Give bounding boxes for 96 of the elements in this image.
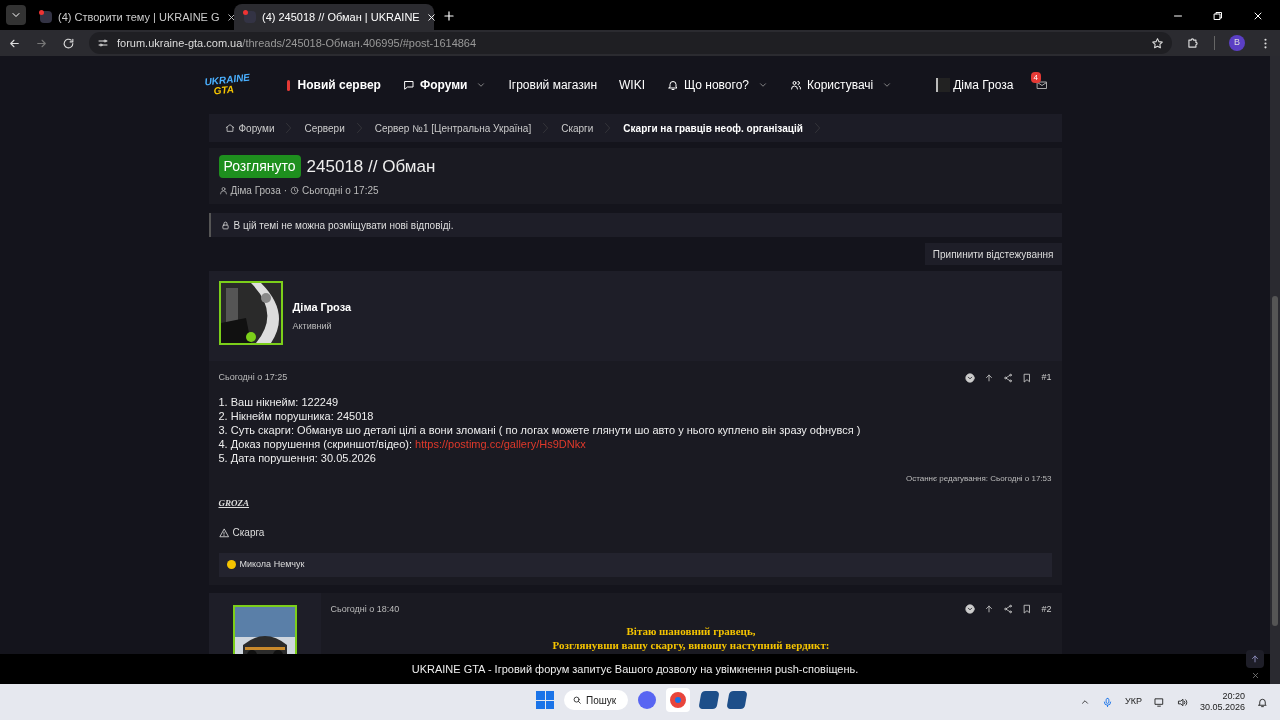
- users-icon: [790, 79, 802, 91]
- network-icon[interactable]: [1153, 696, 1165, 708]
- tab-title: (4) 245018 // Обман | UKRAINE: [262, 9, 420, 25]
- post-text: 3. Суть скарги: Обманув шо деталі цілі а вони зломані ( по логах можете глянути шо авто у нього куплено він зразу офнувся ): [218, 422, 862, 437]
- last-edit-note: Останнє редагування: Сьогодні о 17:53: [905, 472, 1052, 485]
- reaction-icon[interactable]: [965, 372, 976, 383]
- favicon-icon: [244, 11, 256, 23]
- breadcrumb-link[interactable]: Скарги: [555, 120, 600, 136]
- signature-text: GROZA: [218, 497, 249, 508]
- user-menu-link[interactable]: Діма Гроза: [936, 76, 1014, 94]
- unwatch-button[interactable]: Припинити відстежування: [924, 243, 1062, 265]
- author-link[interactable]: Діма Гроза: [230, 183, 281, 199]
- home-icon: [224, 123, 235, 133]
- notice-text: В цій темі не можна розміщувати нові відповіді.: [233, 218, 454, 233]
- tab-title: (4) Створити тему | UKRAINE G: [58, 9, 220, 25]
- breadcrumb-link[interactable]: Форуми: [218, 120, 281, 136]
- scrollbar-thumb[interactable]: [1272, 296, 1278, 626]
- post-text: 2. Нікнейм порушника: 245018: [218, 408, 375, 423]
- close-icon[interactable]: [225, 11, 237, 23]
- volume-icon[interactable]: [1176, 696, 1188, 708]
- clock-date[interactable]: 30.05.2026: [1199, 702, 1245, 713]
- scroll-top-button[interactable]: [1246, 650, 1264, 668]
- restore-icon[interactable]: [1212, 10, 1224, 22]
- online-status-icon: [245, 332, 256, 342]
- url-text: forum.ukraine-gta.com.ua/threads/245018-Обман.406995/#post-1614864: [117, 35, 478, 51]
- reaction-user-link[interactable]: Микола Немчук: [239, 557, 305, 572]
- nav-link[interactable]: Користувачі: [790, 76, 893, 94]
- status-badge: Розглянуто: [218, 155, 301, 178]
- post-number-link[interactable]: #1: [1041, 371, 1052, 385]
- chevron-up-icon[interactable]: [1080, 697, 1090, 707]
- nav-link[interactable]: Форуми: [402, 76, 487, 94]
- chevron-down-icon: [758, 80, 768, 90]
- chevron-down-icon: [476, 80, 487, 90]
- site-settings-icon: [97, 37, 109, 49]
- post-text: 4. Доказ порушення (скриншот/відео):: [218, 437, 412, 450]
- user-avatar: [936, 78, 951, 92]
- share-icon[interactable]: [1003, 604, 1014, 615]
- browser-app-icon[interactable]: [666, 688, 690, 712]
- close-icon[interactable]: [425, 11, 437, 23]
- nav-link[interactable]: Ігровий магазин: [508, 76, 598, 94]
- push-notification-text: UKRAINE GTA - Ігровий форум запитує Вашого дозволу на увімкнення push-сповіщень.: [411, 661, 859, 677]
- bookmark-icon[interactable]: [1022, 372, 1033, 383]
- post-text: 1. Ваш нікнейм: 122249: [218, 394, 340, 409]
- thread-date: Сьогодні о 17:25: [302, 184, 379, 199]
- clock-icon: [290, 186, 300, 196]
- chat-icon: [402, 79, 415, 91]
- separator-dot: ·: [283, 184, 288, 199]
- arrow-up-icon: [1250, 654, 1260, 664]
- post-link[interactable]: https://postimg.cc/gallery/Hs9DNkx: [415, 437, 586, 450]
- post-date[interactable]: Сьогодні о 17:25: [218, 371, 288, 385]
- extensions-icon[interactable]: [1186, 36, 1200, 50]
- post-text: Розглянувши вашу скаргу, виношу наступний вердикт:: [552, 638, 830, 652]
- bell-icon: [667, 79, 680, 91]
- arrow-up-icon[interactable]: [984, 372, 995, 383]
- bookmark-star-icon[interactable]: [1151, 36, 1164, 50]
- tab-list-button[interactable]: [6, 5, 26, 25]
- favicon-icon: [40, 11, 52, 23]
- thread-title: 245018 // Обман: [306, 155, 436, 178]
- report-link[interactable]: Скарга: [218, 525, 265, 540]
- notification-badge: 4: [1030, 72, 1041, 83]
- username[interactable]: Діма Гроза: [292, 299, 352, 316]
- post-text: 5. Дата порушення: 30.05.2026: [218, 450, 377, 465]
- browser-tab[interactable]: (4) 245018 // Обман | UKRAINE: [234, 4, 434, 30]
- breadcrumb-link[interactable]: Сервери: [298, 120, 351, 136]
- taskbar-search[interactable]: Пошук: [564, 690, 628, 710]
- search-icon: [572, 695, 582, 705]
- reaction-icon[interactable]: [965, 604, 976, 615]
- close-icon[interactable]: [1252, 10, 1264, 22]
- address-bar[interactable]: forum.ukraine-gta.com.ua/threads/245018-Обман.406995/#post-1614864: [89, 32, 1172, 54]
- nav-link[interactable]: WIKI: [619, 76, 646, 94]
- breadcrumb-link[interactable]: Сервер №1 [Центральна Україна]: [368, 120, 538, 136]
- share-icon[interactable]: [1003, 372, 1014, 383]
- breadcrumb-link[interactable]: Скарги на гравців неоф. організацій: [617, 120, 809, 136]
- lock-icon: [220, 220, 230, 230]
- mail-icon[interactable]: [1035, 79, 1048, 91]
- user-avatar[interactable]: [218, 281, 283, 345]
- chevron-down-icon: [882, 80, 893, 90]
- user-title: Активний: [292, 319, 333, 333]
- profile-avatar[interactable]: B: [1229, 35, 1245, 51]
- arrow-up-icon[interactable]: [984, 604, 995, 615]
- new-tab-icon[interactable]: [442, 9, 456, 23]
- post-date[interactable]: Сьогодні о 18:40: [330, 602, 400, 616]
- reload-icon[interactable]: [62, 36, 75, 50]
- clock-time[interactable]: 20:20: [1222, 691, 1245, 702]
- user-icon: [218, 186, 228, 196]
- microphone-icon[interactable]: [1102, 696, 1113, 708]
- exclamation-icon: [286, 79, 290, 91]
- post-text: Вітаю шановний гравець,: [626, 624, 756, 638]
- warning-icon: [218, 527, 229, 538]
- post-number-link[interactable]: #2: [1041, 602, 1052, 616]
- nav-link[interactable]: Новий сервер: [286, 76, 381, 94]
- bookmark-icon[interactable]: [1022, 604, 1033, 615]
- notification-bell-icon[interactable]: [1257, 696, 1268, 708]
- language-indicator[interactable]: УКР: [1125, 695, 1142, 709]
- nav-link[interactable]: Що нового?: [667, 76, 768, 94]
- windows-start-icon[interactable]: [536, 691, 554, 709]
